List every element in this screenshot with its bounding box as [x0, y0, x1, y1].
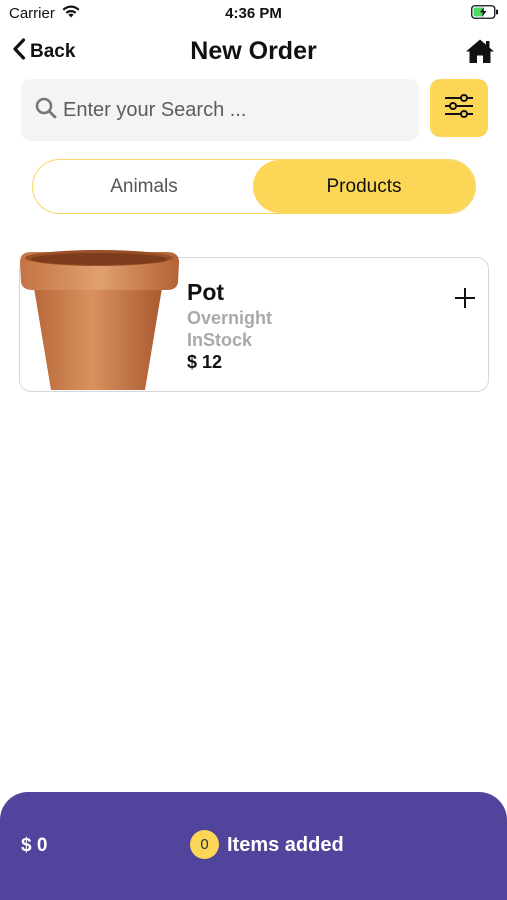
- add-to-order-button[interactable]: [452, 285, 478, 311]
- home-button[interactable]: [465, 38, 495, 69]
- cart-total: $ 0: [21, 835, 48, 856]
- battery-charging-icon: [471, 5, 499, 24]
- filter-button[interactable]: [430, 79, 488, 137]
- filter-sliders-icon: [443, 93, 475, 124]
- clay-pot-image: [19, 244, 181, 394]
- product-card[interactable]: Pot Overnight InStock $ 12: [19, 250, 489, 392]
- search-icon: [35, 97, 57, 124]
- items-added-label: Items added: [227, 834, 344, 856]
- clock: 4:36 PM: [225, 5, 282, 22]
- status-bar: Carrier 4:36 PM: [0, 0, 507, 28]
- search-bar: [21, 79, 419, 141]
- new-order-screen: Carrier 4:36 PM Back New Order Enter you…: [0, 0, 507, 900]
- home-icon: [465, 39, 495, 68]
- category-tabs: Animals Products: [32, 159, 476, 214]
- product-shipping: Overnight: [187, 308, 273, 328]
- navigation-bar: Back New Order: [0, 30, 507, 76]
- items-count-badge: 0: [190, 830, 219, 859]
- tab-animals[interactable]: Animals: [33, 160, 255, 213]
- tab-products[interactable]: Products: [253, 160, 475, 213]
- page-title: New Order: [190, 37, 317, 65]
- product-price: $ 12: [187, 352, 223, 372]
- product-stock-status: InStock: [187, 330, 253, 350]
- product-name: Pot: [187, 279, 225, 305]
- plus-icon: [452, 288, 478, 315]
- search-input[interactable]: [63, 98, 403, 122]
- cart-summary-bar[interactable]: $ 0 0 Items added: [0, 792, 507, 900]
